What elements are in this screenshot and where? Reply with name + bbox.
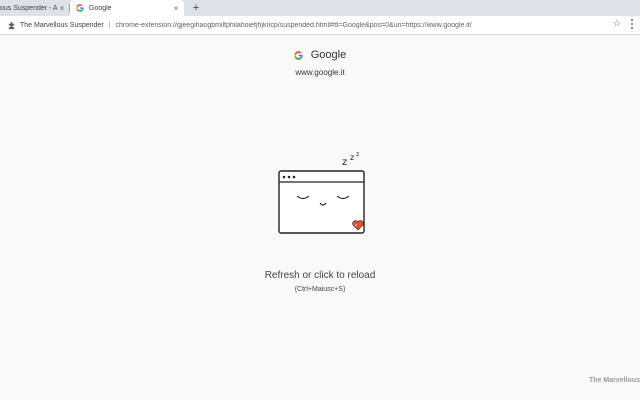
extension-watermark: The Marvellous — [589, 377, 640, 384]
puzzle-icon — [8, 21, 15, 29]
bookmark-star-icon[interactable]: ☆ — [613, 18, 621, 29]
window-frame-icon — [278, 170, 365, 234]
tab-title: Google — [89, 4, 112, 12]
site-title-row: Google — [0, 48, 640, 62]
sleeping-window-illustration[interactable]: z z z — [276, 148, 370, 238]
toolbar: The Marvellous Suspender | chrome-extens… — [0, 16, 640, 35]
z-medium-icon: z — [350, 153, 354, 162]
site-url: www.google.it — [295, 68, 345, 77]
new-tab-button[interactable]: + — [190, 1, 202, 15]
address-bar[interactable]: The Marvellous Suspender | chrome-extens… — [3, 18, 603, 32]
menu-kebab-icon[interactable] — [630, 18, 634, 30]
close-icon[interactable]: × — [57, 4, 67, 13]
tab-marvellous-suspender[interactable]: ous Suspender - Abo × — [0, 0, 70, 16]
keyboard-shortcut: (Ctrl+Maiusc+S) — [294, 286, 346, 293]
url-text: chrome-extension://gjeegihaogbmilfphilah… — [115, 21, 472, 29]
google-favicon-icon — [294, 50, 303, 60]
reload-instruction[interactable]: Refresh or click to reload — [0, 270, 640, 281]
close-icon[interactable]: × — [171, 4, 181, 13]
tab-google[interactable]: Google × — [70, 0, 184, 16]
url-divider: | — [108, 21, 111, 29]
tab-strip: ous Suspender - Abo × Google × + — [0, 0, 640, 16]
tab-title: ous Suspender - Abo — [0, 4, 57, 12]
google-favicon-icon — [76, 4, 84, 12]
site-title: Google — [310, 49, 347, 61]
extension-name: The Marvellous Suspender — [20, 21, 104, 29]
z-large-icon: z — [342, 157, 347, 168]
z-small-icon: z — [356, 151, 359, 158]
